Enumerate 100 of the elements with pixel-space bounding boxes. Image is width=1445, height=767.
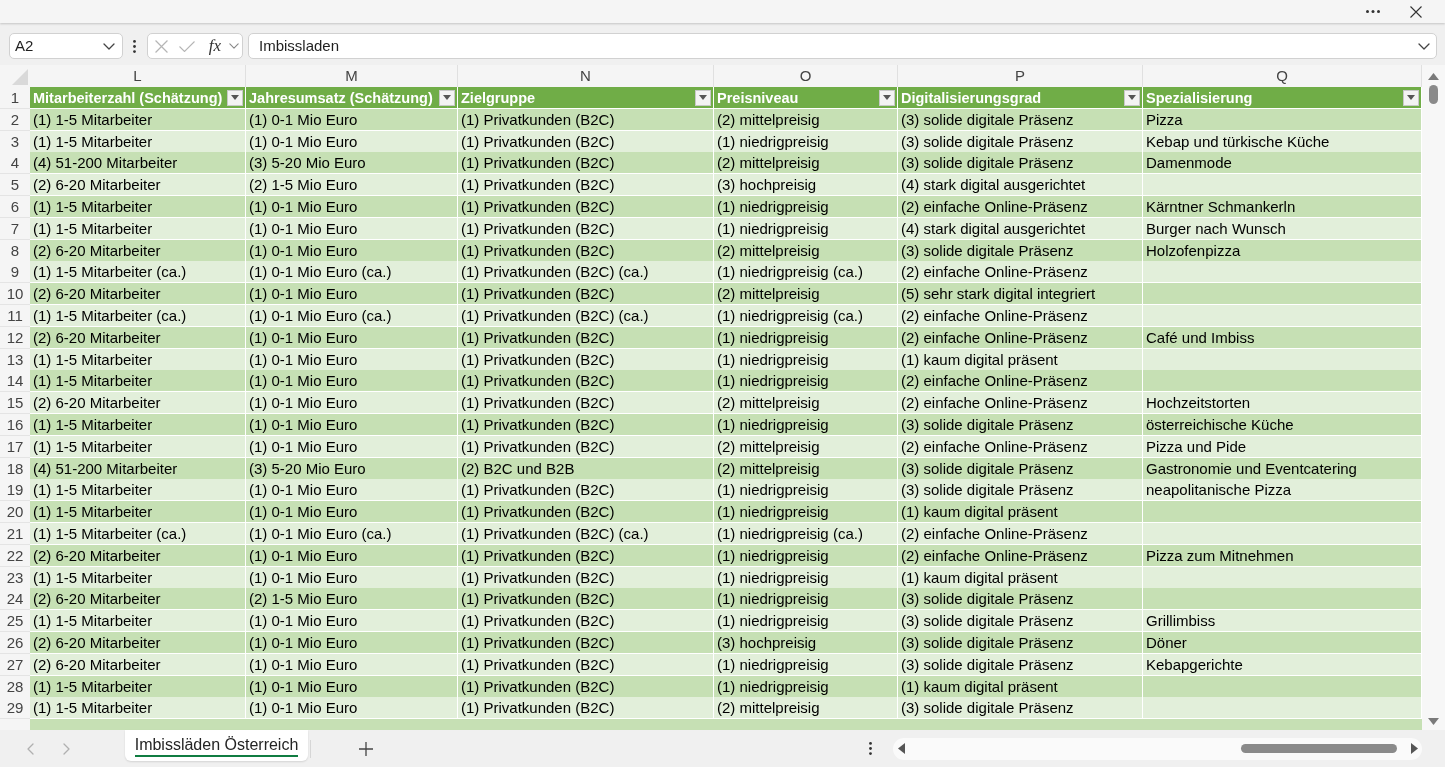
- table-cell: Grillimbiss: [1143, 610, 1422, 633]
- table-cell: Damenmode: [1143, 152, 1422, 175]
- table-cell: (2) 6-20 Mitarbeiter: [30, 631, 246, 654]
- table-cell: (1) 1-5 Mitarbeiter (ca.): [30, 261, 246, 284]
- name-box[interactable]: A2: [9, 33, 123, 59]
- row-header[interactable]: 14: [0, 370, 30, 393]
- row-header[interactable]: 20: [0, 501, 30, 524]
- sheet-tab[interactable]: Imbissläden Österreich: [125, 730, 308, 761]
- row-header[interactable]: 11: [0, 304, 30, 327]
- plus-icon: [359, 741, 373, 756]
- table-cell: Burger nach Wunsch: [1143, 217, 1422, 240]
- table-cell: (1) 1-5 Mitarbeiter: [30, 348, 246, 371]
- chevron-left-icon: [26, 742, 34, 755]
- scroll-thumb[interactable]: [1429, 85, 1438, 104]
- table-cell: (1) 0-1 Mio Euro (ca.): [246, 522, 458, 545]
- scroll-thumb[interactable]: [1241, 744, 1397, 753]
- table-cell: (2) mittelpreisig: [714, 239, 898, 262]
- filter-button[interactable]: [695, 89, 711, 106]
- table-cell: (3) solide digitale Präsenz: [898, 588, 1143, 611]
- row-header[interactable]: 21: [0, 522, 30, 545]
- column-title: Spezialisierung: [1146, 88, 1254, 108]
- row-header[interactable]: 27: [0, 653, 30, 676]
- row-header[interactable]: 22: [0, 544, 30, 567]
- row-header[interactable]: 5: [0, 174, 30, 197]
- row-header[interactable]: 1: [0, 87, 30, 109]
- table-cell: Café und Imbiss: [1143, 326, 1422, 349]
- caret-down-icon: [231, 95, 239, 100]
- check-icon: [179, 40, 195, 52]
- row-header[interactable]: 18: [0, 457, 30, 480]
- row-header[interactable]: 16: [0, 413, 30, 436]
- horizontal-scrollbar[interactable]: [893, 737, 1422, 760]
- table-cell: (1) Privatkunden (B2C): [458, 370, 714, 393]
- insert-function-button[interactable]: fx: [205, 36, 225, 56]
- table-cell: (1) niedrigpreisig: [714, 326, 898, 349]
- chevron-right-icon: [62, 742, 70, 755]
- row-header[interactable]: 13: [0, 348, 30, 371]
- row-header[interactable]: 29: [0, 697, 30, 720]
- table-cell: (2) mittelpreisig: [714, 283, 898, 306]
- row-header[interactable]: 28: [0, 675, 30, 698]
- table-cell: (3) solide digitale Präsenz: [898, 457, 1143, 480]
- row-header[interactable]: 6: [0, 196, 30, 218]
- table-cell: (1) Privatkunden (B2C): [458, 697, 714, 720]
- table-cell: Döner: [1143, 631, 1422, 654]
- table-cell: österreichische Küche: [1143, 413, 1422, 436]
- row-header[interactable]: 17: [0, 435, 30, 458]
- table-cell: (3) solide digitale Präsenz: [898, 479, 1143, 502]
- filter-button[interactable]: [879, 89, 895, 106]
- table-cell: (4) 51-200 Mitarbeiter: [30, 457, 246, 480]
- row-header[interactable]: 10: [0, 283, 30, 306]
- table-cell: (1) Privatkunden (B2C): [458, 130, 714, 153]
- row-header[interactable]: 23: [0, 566, 30, 589]
- chevron-down-icon: [103, 42, 115, 50]
- column-header[interactable]: O: [714, 65, 898, 87]
- table-cell: (1) Privatkunden (B2C) (ca.): [458, 261, 714, 284]
- table-cell: (1) 1-5 Mitarbeiter: [30, 479, 246, 502]
- row-header[interactable]: 26: [0, 631, 30, 654]
- row-header[interactable]: 19: [0, 479, 30, 502]
- row-header[interactable]: 12: [0, 326, 30, 349]
- caret-down-icon: [1407, 95, 1415, 100]
- column-header[interactable]: M: [246, 65, 458, 87]
- column-header[interactable]: L: [30, 65, 246, 87]
- ellipsis-icon: [1366, 10, 1380, 13]
- filter-button[interactable]: [1124, 89, 1140, 106]
- row-header[interactable]: 24: [0, 588, 30, 611]
- table-cell: (3) solide digitale Präsenz: [898, 239, 1143, 262]
- table-cell: (1) niedrigpreisig: [714, 196, 898, 218]
- formula-field[interactable]: Imbissladen: [248, 33, 1437, 59]
- scroll-down-icon: [1428, 718, 1439, 725]
- table-cell: (1) niedrigpreisig: [714, 479, 898, 502]
- close-icon: [1410, 5, 1422, 18]
- row-header[interactable]: 4: [0, 152, 30, 175]
- table-cell: (4) stark digital ausgerichtet: [898, 174, 1143, 197]
- table-cell: (3) 5-20 Mio Euro: [246, 457, 458, 480]
- table-cell: (1) Privatkunden (B2C): [458, 501, 714, 524]
- vertical-scrollbar[interactable]: [1422, 65, 1445, 730]
- filter-button[interactable]: [227, 89, 243, 106]
- row-header[interactable]: 15: [0, 392, 30, 415]
- table-cell: (2) einfache Online-Präsenz: [898, 196, 1143, 218]
- table-cell: Kebapgerichte: [1143, 653, 1422, 676]
- table-cell: (1) kaum digital präsent: [898, 348, 1143, 371]
- table-cell: (1) niedrigpreisig (ca.): [714, 261, 898, 284]
- table-cell: (2) 6-20 Mitarbeiter: [30, 239, 246, 262]
- table-cell: (2) 6-20 Mitarbeiter: [30, 392, 246, 415]
- table-cell: (3) solide digitale Präsenz: [898, 108, 1143, 131]
- column-header[interactable]: P: [898, 65, 1143, 87]
- table-cell: (1) Privatkunden (B2C): [458, 653, 714, 676]
- table-cell: (1) niedrigpreisig: [714, 217, 898, 240]
- table-cell: (1) niedrigpreisig: [714, 566, 898, 589]
- row-header[interactable]: 9: [0, 261, 30, 284]
- row-header[interactable]: 2: [0, 108, 30, 131]
- row-header[interactable]: 3: [0, 130, 30, 153]
- table-cell: (1) Privatkunden (B2C): [458, 610, 714, 633]
- scroll-up-icon: [1428, 73, 1439, 80]
- row-header[interactable]: 7: [0, 217, 30, 240]
- filter-button[interactable]: [439, 89, 455, 106]
- column-header[interactable]: Q: [1143, 65, 1422, 87]
- row-header[interactable]: 8: [0, 239, 30, 262]
- column-header[interactable]: N: [458, 65, 714, 87]
- filter-button[interactable]: [1403, 89, 1419, 106]
- row-header[interactable]: 25: [0, 610, 30, 633]
